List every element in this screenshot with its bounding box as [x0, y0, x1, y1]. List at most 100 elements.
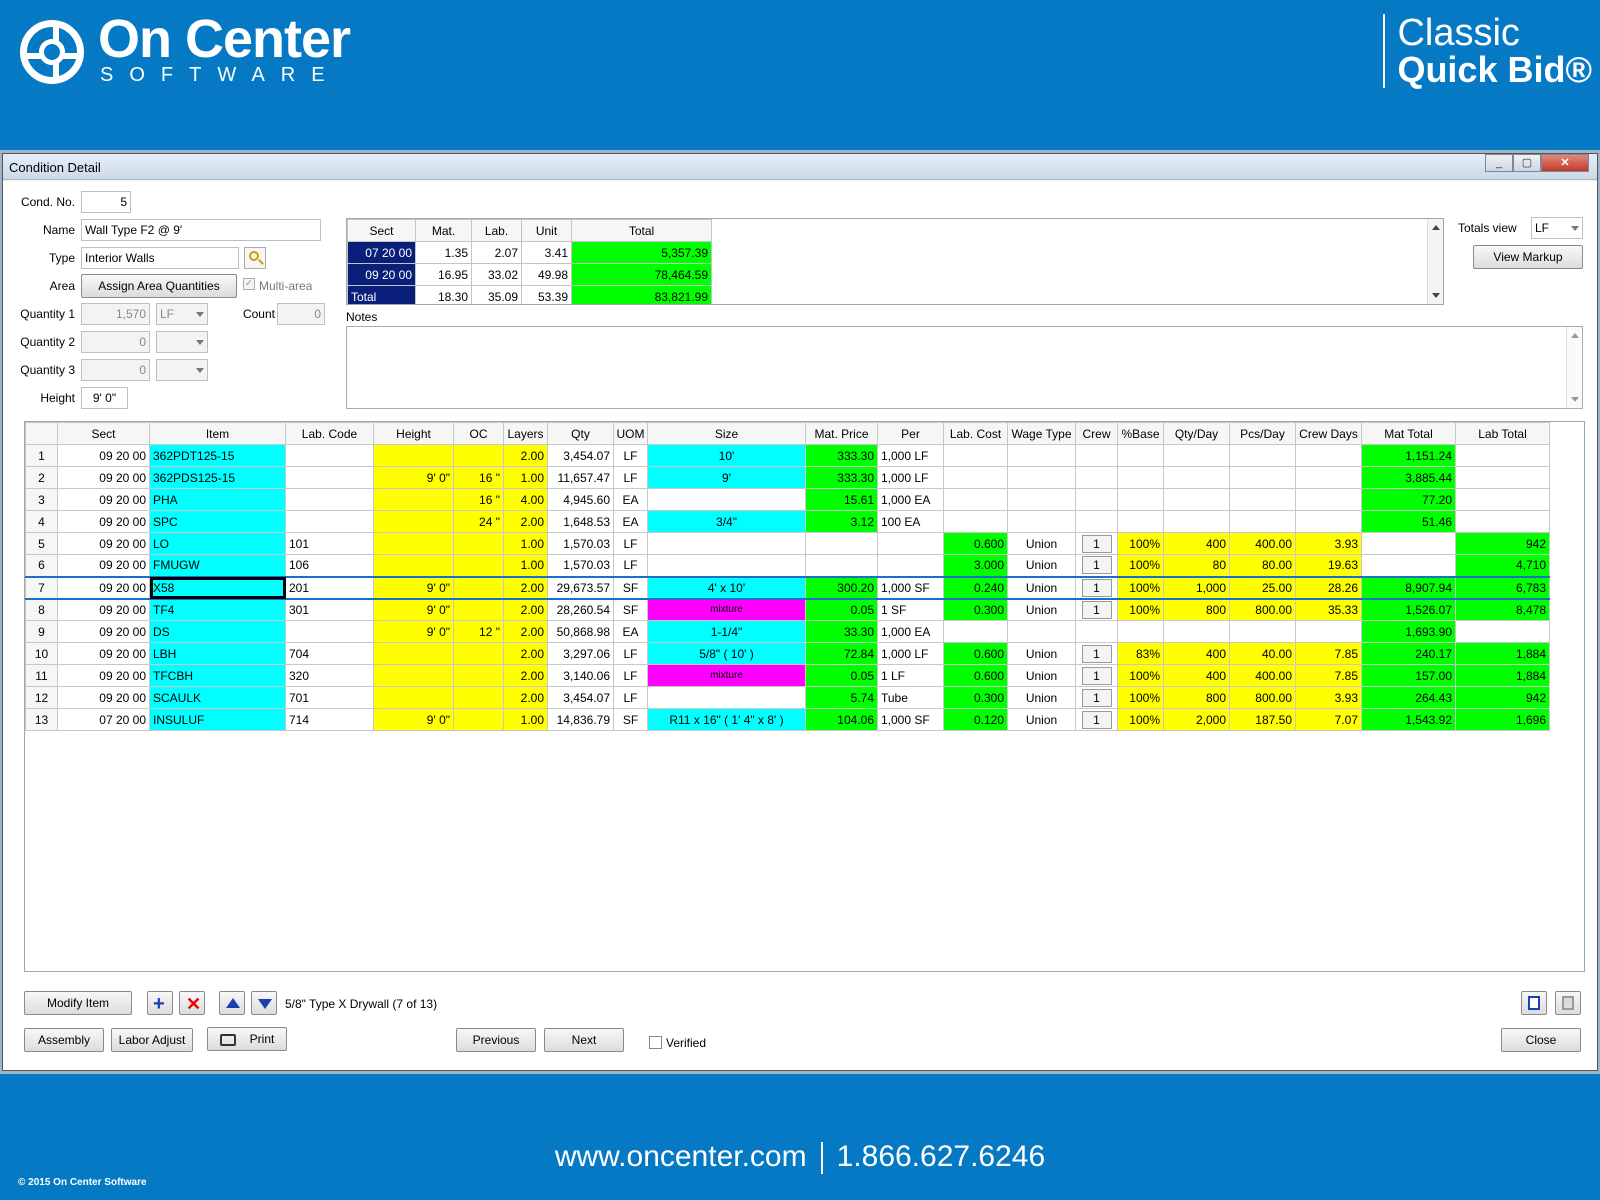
grid-cell-height[interactable]: 9' 0" — [373, 598, 454, 621]
grid-cell-crew[interactable]: 1 — [1075, 554, 1118, 577]
grid-cell-lab-total[interactable] — [1455, 620, 1550, 643]
grid-cell-height[interactable] — [373, 488, 454, 511]
grid-cell-wage-type[interactable]: Union — [1007, 554, 1076, 577]
grid-cell-mat-price[interactable]: 5.74 — [805, 686, 878, 709]
grid-cell-layers[interactable]: 2.00 — [503, 642, 548, 665]
grid-cell-lab-cost[interactable] — [943, 466, 1008, 489]
grid-cell-height[interactable]: 9' 0" — [373, 708, 454, 731]
view-markup-button[interactable]: View Markup — [1473, 245, 1583, 269]
grid-cell-lab-cost[interactable] — [943, 510, 1008, 533]
grid-cell-oc[interactable] — [453, 664, 504, 687]
grid-cell-size[interactable] — [647, 532, 806, 555]
table-row[interactable]: 2 09 20 00 362PDS125-15 9' 0" 16 " 1.00 11,657… — [25, 466, 1550, 489]
grid-cell-height[interactable] — [373, 642, 454, 665]
grid-cell-mat-total[interactable]: 3,885.44 — [1361, 466, 1456, 489]
notes-textarea[interactable] — [346, 326, 1583, 409]
grid-cell-pcs-day[interactable] — [1229, 444, 1296, 467]
grid-cell-lab-cost[interactable]: 0.300 — [943, 598, 1008, 621]
grid-cell-layers[interactable]: 2.00 — [503, 620, 548, 643]
grid-cell-lab-code[interactable]: 704 — [285, 642, 374, 665]
grid-cell-uom[interactable]: SF — [613, 575, 648, 600]
grid-cell-lab-total[interactable]: 942 — [1455, 532, 1550, 555]
grid-cell-uom[interactable]: EA — [613, 510, 648, 533]
crew-box[interactable]: 1 — [1081, 710, 1112, 729]
grid-cell-item[interactable]: SPC — [149, 510, 286, 533]
grid-cell-crew-days[interactable] — [1295, 488, 1362, 511]
grid-header-10[interactable]: Mat. Price — [805, 422, 878, 445]
grid-cell-qty-day[interactable]: 400 — [1163, 532, 1230, 555]
grid-cell-pcs-day[interactable]: 400.00 — [1229, 532, 1296, 555]
grid-cell-uom[interactable]: LF — [613, 532, 648, 555]
grid-cell-pcs-day[interactable]: 80.00 — [1229, 554, 1296, 577]
grid-header-1[interactable]: Sect — [57, 422, 150, 445]
grid-cell-item[interactable]: 362PDT125-15 — [149, 444, 286, 467]
table-row[interactable]: 9 09 20 00 DS 9' 0" 12 " 2.00 50,868.98 EA 1-1/4… — [25, 620, 1550, 643]
quantity3-uom-select[interactable] — [156, 359, 208, 381]
grid-cell-size[interactable] — [647, 554, 806, 577]
grid-cell-qty[interactable]: 1,648.53 — [547, 510, 614, 533]
quantity1-uom-select[interactable]: LF — [156, 303, 208, 325]
grid-cell-mat-price[interactable]: 0.05 — [805, 598, 878, 621]
grid-cell-lab-total[interactable]: 6,783 — [1455, 575, 1550, 600]
grid-cell-layers[interactable]: 2.00 — [503, 664, 548, 687]
grid-cell-oc[interactable] — [453, 642, 504, 665]
grid-cell-per[interactable]: 1,000 SF — [877, 575, 944, 600]
grid-cell-wage-type[interactable] — [1007, 510, 1076, 533]
grid-cell-mat-price[interactable] — [805, 532, 878, 555]
grid-cell-height[interactable] — [373, 664, 454, 687]
grid-cell-sect[interactable]: 09 20 00 — [57, 598, 150, 621]
grid-cell-crew[interactable] — [1075, 488, 1118, 511]
grid-cell-height[interactable] — [373, 510, 454, 533]
grid-cell-qty[interactable]: 28,260.54 — [547, 598, 614, 621]
grid-cell-per[interactable]: 1,000 SF — [877, 708, 944, 731]
crew-box[interactable]: 1 — [1081, 644, 1112, 663]
grid-cell-pcs-day[interactable]: 800.00 — [1229, 686, 1296, 709]
grid-cell-qty[interactable]: 14,836.79 — [547, 708, 614, 731]
grid-cell-mat-price[interactable]: 333.30 — [805, 444, 878, 467]
grid-cell-lab-code[interactable]: 101 — [285, 532, 374, 555]
grid-cell-crew-days[interactable] — [1295, 466, 1362, 489]
modify-item-button[interactable]: Modify Item — [24, 991, 132, 1015]
grid-cell-wage-type[interactable]: Union — [1007, 664, 1076, 687]
grid-cell-oc[interactable] — [453, 532, 504, 555]
grid-cell-uom[interactable]: SF — [613, 598, 648, 621]
grid-cell-mat-total[interactable]: 77.20 — [1361, 488, 1456, 511]
grid-cell-height[interactable]: 9' 0" — [373, 466, 454, 489]
grid-cell-layers[interactable]: 2.00 — [503, 575, 548, 600]
grid-cell-item[interactable]: X58 — [149, 575, 286, 600]
grid-cell-crew[interactable] — [1075, 466, 1118, 489]
grid-cell-base[interactable]: 100% — [1117, 554, 1164, 577]
grid-cell-uom[interactable]: SF — [613, 708, 648, 731]
grid-cell-mat-price[interactable]: 104.06 — [805, 708, 878, 731]
grid-cell-size[interactable] — [647, 488, 806, 511]
grid-cell-crew[interactable]: 1 — [1075, 708, 1118, 731]
grid-cell-item[interactable]: PHA — [149, 488, 286, 511]
grid-cell-layers[interactable]: 2.00 — [503, 510, 548, 533]
grid-cell-lab-total[interactable]: 4,710 — [1455, 554, 1550, 577]
grid-cell-crew-days[interactable]: 7.85 — [1295, 664, 1362, 687]
grid-cell-base[interactable]: 100% — [1117, 664, 1164, 687]
table-row[interactable]: 3 09 20 00 PHA 16 " 4.00 4,945.60 EA 15.61 1,000… — [25, 488, 1550, 511]
table-row[interactable]: 5 09 20 00 LO 101 1.00 1,570.03 LF 0.600 Union 1 1… — [25, 532, 1550, 555]
grid-cell-layers[interactable]: 4.00 — [503, 488, 548, 511]
grid-cell-qty-day[interactable] — [1163, 466, 1230, 489]
grid-cell-crew-days[interactable]: 28.26 — [1295, 575, 1362, 600]
grid-cell-mat-price[interactable]: 15.61 — [805, 488, 878, 511]
grid-cell-crew[interactable] — [1075, 620, 1118, 643]
grid-cell-sect[interactable]: 09 20 00 — [57, 532, 150, 555]
grid-cell-lab-total[interactable]: 942 — [1455, 686, 1550, 709]
grid-cell-wage-type[interactable] — [1007, 620, 1076, 643]
grid-cell-crew[interactable]: 1 — [1075, 598, 1118, 621]
grid-cell-sect[interactable]: 09 20 00 — [57, 510, 150, 533]
grid-cell-per[interactable] — [877, 554, 944, 577]
grid-cell-qty[interactable]: 3,454.07 — [547, 686, 614, 709]
grid-header-6[interactable]: Layers — [503, 422, 548, 445]
grid-cell-pcs-day[interactable] — [1229, 510, 1296, 533]
grid-cell-lab-cost[interactable] — [943, 444, 1008, 467]
grid-cell-per[interactable]: 1 LF — [877, 664, 944, 687]
grid-cell-lab-code[interactable] — [285, 466, 374, 489]
grid-cell-base[interactable]: 100% — [1117, 708, 1164, 731]
grid-cell-mat-total[interactable]: 1,693.90 — [1361, 620, 1456, 643]
grid-cell-oc[interactable] — [453, 575, 504, 600]
grid-cell-qty[interactable]: 1,570.03 — [547, 554, 614, 577]
